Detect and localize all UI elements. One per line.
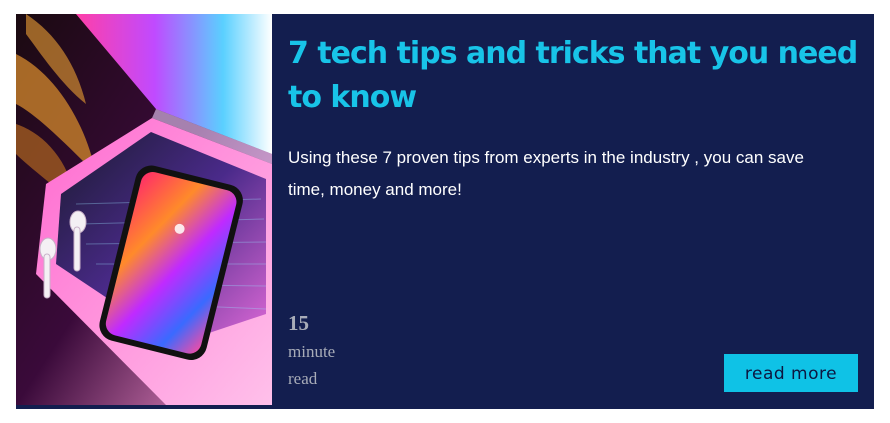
read-time-unit: minute read bbox=[288, 338, 368, 392]
article-card: 7 tech tips and tricks that you need to … bbox=[16, 14, 874, 409]
article-title[interactable]: 7 tech tips and tricks that you need to … bbox=[288, 32, 858, 120]
article-description: Using these 7 proven tips from experts i… bbox=[288, 148, 804, 199]
article-image[interactable] bbox=[16, 14, 272, 405]
read-time-unit-line2: read bbox=[288, 369, 318, 388]
article-content: 7 tech tips and tricks that you need to … bbox=[272, 14, 874, 409]
read-more-button[interactable]: read more bbox=[724, 354, 858, 392]
read-time-value: 15 bbox=[288, 311, 309, 335]
read-time-unit-line1: minute bbox=[288, 342, 336, 361]
laptop-phone-photo-icon bbox=[16, 14, 272, 405]
read-time: 15 minute read bbox=[288, 310, 368, 392]
